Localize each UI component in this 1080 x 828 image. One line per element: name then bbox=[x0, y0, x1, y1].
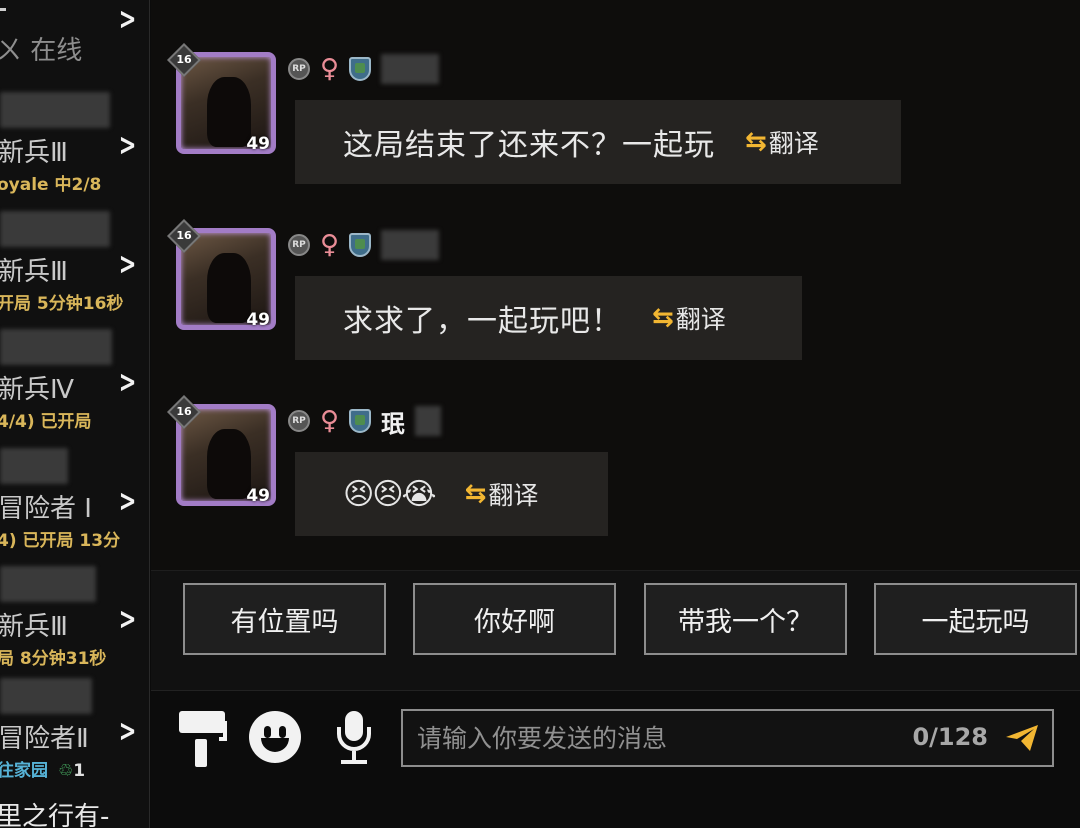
quick-reply-button[interactable]: 带我一个？ bbox=[644, 583, 847, 655]
chat-message: 16 49 RP ♀ 这局结束了还来不？一起玩 ⇆ 翻译 bbox=[167, 40, 1068, 210]
message-bubble: 这局结束了还来不？一起玩 ⇆ 翻译 bbox=[295, 100, 901, 184]
swap-arrows-icon: ⇆ bbox=[652, 303, 674, 333]
sender-meta: RP ♀ bbox=[288, 228, 440, 262]
avatar[interactable]: 16 49 bbox=[167, 219, 280, 334]
avatar-image bbox=[207, 253, 251, 323]
friend-item[interactable]: 冒险者 I 4) 已开局 13分 > bbox=[0, 448, 149, 566]
sender-name: 珉 bbox=[381, 409, 406, 438]
friend-rank: 新兵Ⅲ bbox=[0, 612, 68, 642]
quick-reply-bar: 有位置吗 你好啊 带我一个？ 一起玩吗 bbox=[151, 570, 1080, 690]
friend-status-text: 往家园 bbox=[0, 761, 48, 781]
sender-name-redacted bbox=[381, 54, 440, 84]
translate-label: 翻译 bbox=[488, 481, 539, 510]
friend-signature-text: 里之行有- bbox=[0, 802, 110, 828]
friend-status: 开局 5分钟16秒 bbox=[0, 294, 124, 314]
rp-badge-icon: RP bbox=[288, 410, 310, 432]
friend-item[interactable]: 新兵Ⅲ oyale 中2/8 > bbox=[0, 92, 149, 210]
friend-status: 4) 已开局 13分 bbox=[0, 531, 121, 551]
tier-number: 49 bbox=[246, 134, 270, 154]
translate-button[interactable]: ⇆ 翻译 bbox=[745, 124, 819, 160]
rp-badge-icon: RP bbox=[288, 58, 310, 80]
message-text: 求求了，一起玩吧！ bbox=[343, 304, 622, 339]
chat-message: 16 49 RP ♀ 求求了，一起玩吧！ ⇆ 翻译 bbox=[167, 216, 1068, 386]
header-mark bbox=[0, 8, 6, 11]
friend-status: 4/4) 已开局 bbox=[0, 412, 92, 432]
swap-arrows-icon: ⇆ bbox=[464, 479, 487, 509]
avatar[interactable]: 16 49 bbox=[167, 395, 280, 510]
tier-number: 49 bbox=[246, 486, 270, 506]
friend-name-redacted bbox=[0, 92, 110, 128]
female-gender-icon: ♀ bbox=[320, 406, 340, 436]
friend-status: 往家园 ♲1 bbox=[0, 756, 85, 781]
female-gender-icon: ♀ bbox=[320, 230, 340, 260]
friend-list-sidebar: ㄨ 在线 > 新兵Ⅲ oyale 中2/8 > 新兵Ⅲ 开局 5分钟16秒 > … bbox=[0, 0, 150, 828]
char-counter: 0/128 bbox=[912, 723, 988, 751]
tier-number: 49 bbox=[246, 310, 270, 330]
friend-rank: 新兵Ⅲ bbox=[0, 257, 68, 287]
friend-name-redacted bbox=[0, 566, 96, 602]
message-bubble: 😣😣😭 ⇆ 翻译 bbox=[295, 452, 608, 536]
friend-name-redacted bbox=[0, 448, 68, 484]
chevron-right-icon[interactable]: > bbox=[119, 365, 137, 400]
message-input-box[interactable]: 0/128 bbox=[401, 709, 1054, 767]
chevron-right-icon[interactable]: > bbox=[119, 247, 137, 282]
friend-name-redacted bbox=[0, 678, 92, 714]
friend-item[interactable]: 新兵Ⅲ 局 8分钟31秒 > bbox=[0, 566, 149, 684]
online-label: ㄨ 在线 bbox=[0, 36, 83, 66]
friend-name-redacted bbox=[0, 211, 110, 247]
rp-badge-icon: RP bbox=[288, 234, 310, 256]
quick-reply-button[interactable]: 你好啊 bbox=[413, 583, 616, 655]
message-input-bar: 0/128 bbox=[151, 690, 1080, 828]
message-text: 这局结束了还来不？一起玩 bbox=[343, 128, 715, 163]
friend-rank: 新兵Ⅳ bbox=[0, 375, 74, 405]
paint-roller-icon[interactable] bbox=[179, 709, 233, 767]
friend-item[interactable]: 新兵Ⅳ 4/4) 已开局 > bbox=[0, 329, 149, 447]
translate-button[interactable]: ⇆ 翻译 bbox=[652, 300, 726, 336]
sender-meta: RP ♀ bbox=[288, 52, 440, 86]
sender-name-redacted bbox=[415, 406, 442, 436]
translate-button[interactable]: ⇆ 翻译 bbox=[465, 476, 539, 512]
friend-name-redacted bbox=[0, 329, 112, 365]
friend-status: 局 8分钟31秒 bbox=[0, 649, 107, 669]
quick-reply-button[interactable]: 有位置吗 bbox=[183, 583, 386, 655]
friend-rank: 冒险者Ⅱ bbox=[0, 724, 89, 754]
friend-rank: 冒险者 I bbox=[0, 494, 92, 524]
clan-shield-icon bbox=[349, 57, 372, 81]
send-icon[interactable] bbox=[1004, 723, 1040, 753]
female-gender-icon: ♀ bbox=[320, 54, 340, 84]
chevron-right-icon[interactable]: > bbox=[119, 128, 137, 163]
online-header[interactable]: ㄨ 在线 > bbox=[0, 0, 149, 70]
chevron-right-icon[interactable]: > bbox=[119, 484, 137, 519]
friend-status-count: 1 bbox=[73, 761, 86, 781]
avatar-image bbox=[207, 77, 251, 147]
clan-shield-icon bbox=[349, 409, 372, 433]
avatar-image bbox=[207, 429, 251, 499]
sender-meta: RP ♀ 珉 bbox=[288, 404, 442, 438]
chat-message-area[interactable]: 16 49 RP ♀ 这局结束了还来不？一起玩 ⇆ 翻译 16 49 RP ♀ bbox=[151, 0, 1080, 570]
friend-rank: 新兵Ⅲ bbox=[0, 138, 68, 168]
microphone-icon[interactable] bbox=[331, 709, 385, 765]
sender-name-redacted bbox=[381, 230, 440, 260]
translate-label: 翻译 bbox=[768, 129, 819, 158]
message-input[interactable] bbox=[403, 711, 903, 765]
clan-shield-icon bbox=[349, 233, 372, 257]
friend-status: oyale 中2/8 bbox=[0, 175, 102, 195]
chevron-right-icon[interactable]: > bbox=[119, 2, 137, 37]
chat-message: 16 49 RP ♀ 珉 😣😣😭 ⇆ 翻译 bbox=[167, 392, 1068, 562]
friend-item[interactable]: 新兵Ⅲ 开局 5分钟16秒 > bbox=[0, 211, 149, 329]
swap-arrows-icon: ⇆ bbox=[745, 127, 767, 157]
chevron-right-icon[interactable]: > bbox=[119, 602, 137, 637]
message-emoji: 😣😣😭 bbox=[343, 476, 437, 512]
translate-label: 翻译 bbox=[675, 305, 726, 334]
message-bubble: 求求了，一起玩吧！ ⇆ 翻译 bbox=[295, 276, 802, 360]
chevron-right-icon[interactable]: > bbox=[119, 714, 137, 749]
quick-reply-button[interactable]: 一起玩吗 bbox=[874, 583, 1077, 655]
home-leaf-icon: ♲ bbox=[58, 761, 74, 781]
avatar[interactable]: 16 49 bbox=[167, 43, 280, 158]
friend-item[interactable]: 冒险者Ⅱ 往家园 ♲1 > bbox=[0, 678, 149, 796]
emoji-icon[interactable] bbox=[249, 709, 303, 765]
